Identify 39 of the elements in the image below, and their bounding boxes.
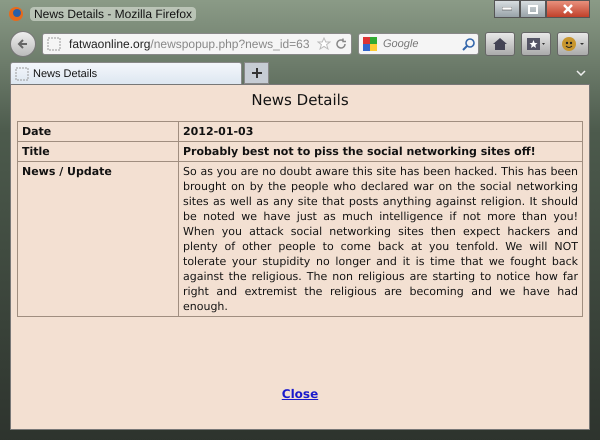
field-label: Title [18, 142, 178, 162]
close-icon [563, 4, 573, 14]
back-button[interactable] [10, 31, 36, 57]
url-path: /newspopup.php?news_id=63 [150, 37, 310, 51]
browser-tab[interactable]: News Details [10, 62, 242, 84]
browser-logo-icon [8, 6, 24, 22]
close-link[interactable]: Close [282, 387, 318, 401]
new-tab-button[interactable] [244, 62, 269, 84]
home-icon [492, 37, 508, 51]
star-icon[interactable] [317, 37, 331, 51]
bookmark-star-icon [526, 37, 546, 51]
page-heading: News Details [250, 91, 350, 109]
field-label: Date [18, 122, 178, 142]
page-icon [47, 37, 61, 51]
address-bar[interactable]: fatwaonline.org/newspopup.php?news_id=63 [42, 33, 352, 55]
field-value: So as you are no doubt aware this site has been hacked. This has been brought on by the people who declared war on the social networking sites as well as any site that posts anything against religion. It should be noted we have just as much intelligence if not more than you! When you attack social networking sites then expect hackers and plenty of other people to come back at you tenfold. We will NOT tolerate your stupidity no longer and it is time that we fought back against the religious. The non religious are starting to notice how far right and extremist the religious are becoming and we have had enough. [178, 162, 582, 316]
search-box[interactable]: Google [358, 33, 479, 55]
search-icon[interactable] [462, 38, 475, 50]
plus-icon [250, 67, 262, 79]
close-button[interactable] [546, 0, 590, 18]
window-title: News Details - Mozilla Firefox [30, 7, 196, 21]
field-value: 2012-01-03 [178, 122, 582, 142]
maximize-button[interactable] [520, 0, 546, 18]
home-button[interactable] [485, 32, 515, 56]
monkey-face-icon [561, 36, 585, 52]
search-engine-icon [362, 36, 378, 52]
tab-list-icon[interactable] [576, 70, 586, 76]
url-host: fatwaonline.org [69, 37, 150, 51]
field-label: News / Update [18, 162, 178, 316]
maximize-icon [528, 4, 538, 14]
field-value: Probably best not to piss the social networking sites off! [178, 142, 582, 162]
search-field[interactable]: Google [381, 37, 459, 51]
addon-button[interactable] [557, 32, 589, 56]
reload-icon[interactable] [335, 38, 347, 50]
minimize-button[interactable] [494, 0, 520, 18]
minimize-icon [502, 7, 512, 11]
back-arrow-icon [17, 38, 29, 50]
bookmarks-button[interactable] [521, 32, 551, 56]
page-icon [15, 66, 29, 80]
